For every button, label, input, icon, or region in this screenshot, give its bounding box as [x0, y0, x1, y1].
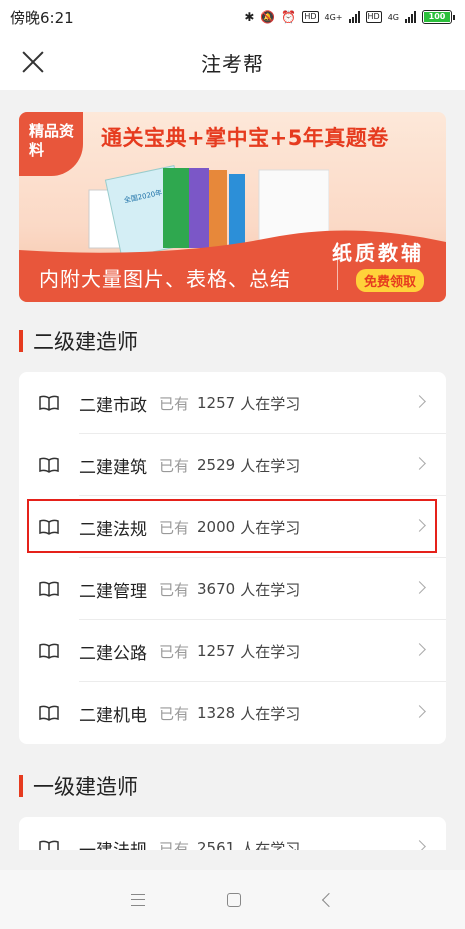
section-title: 一级建造师: [33, 775, 138, 799]
book-icon: [39, 581, 59, 597]
learner-count: 1257: [197, 394, 236, 412]
close-icon[interactable]: [18, 47, 48, 77]
course-list-yijian: 一建法规 已有 2561 人在学习: [19, 817, 446, 850]
book-icon: [39, 705, 59, 721]
section-header-erjian: 二级建造师: [19, 326, 138, 356]
free-claim-button[interactable]: 免费领取: [355, 269, 424, 292]
mute-icon: 🔕: [260, 10, 276, 24]
system-nav-bar: [0, 870, 465, 929]
chevron-right-icon: [413, 395, 426, 408]
chevron-right-icon: [413, 840, 426, 850]
promo-banner[interactable]: 全国2020年 精品资料 通关宝典+掌中宝+5年真题卷 内附大量图片、表格、总结…: [19, 112, 446, 302]
battery-level: 100: [424, 12, 450, 22]
learner-prefix: 已有: [159, 642, 190, 661]
course-name: 二建建筑: [79, 457, 147, 478]
banner-badge: 精品资料: [19, 112, 83, 176]
signal-icon-2: [405, 11, 416, 23]
learner-suffix: 人在学习: [240, 394, 301, 413]
learner-prefix: 已有: [159, 839, 190, 851]
course-item-erjian-jianzhu[interactable]: 二建建筑 已有 2529 人在学习: [19, 434, 446, 496]
alarm-icon: ⏰: [281, 10, 297, 24]
hd-icon-2: HD: [365, 11, 382, 23]
network-type-1: 4G+: [324, 12, 343, 22]
learner-suffix: 人在学习: [240, 704, 301, 723]
chevron-right-icon: [413, 519, 426, 532]
banner-right-text: 纸质教辅: [332, 241, 424, 265]
learner-prefix: 已有: [159, 704, 190, 723]
course-item-erjian-guanli[interactable]: 二建管理 已有 3670 人在学习: [19, 558, 446, 620]
course-name: 二建法规: [79, 519, 147, 540]
course-name: 一建法规: [79, 836, 147, 851]
chevron-right-icon: [413, 581, 426, 594]
banner-title: 通关宝典+掌中宝+5年真题卷: [101, 126, 389, 150]
learner-suffix: 人在学习: [240, 839, 301, 851]
learner-prefix: 已有: [159, 456, 190, 475]
book-icon: [39, 457, 59, 473]
section-title: 二级建造师: [33, 330, 138, 354]
chevron-right-icon: [413, 643, 426, 656]
hd-icon: HD: [302, 11, 319, 23]
course-name: 二建市政: [79, 395, 147, 416]
course-name: 二建公路: [79, 643, 147, 664]
learner-suffix: 人在学习: [240, 580, 301, 599]
signal-icon: [348, 11, 360, 23]
learner-count: 2561: [197, 839, 236, 850]
section-accent-bar: [19, 775, 23, 797]
learner-prefix: 已有: [159, 518, 190, 537]
course-item-erjian-shizheng[interactable]: 二建市政 已有 1257 人在学习: [19, 372, 446, 434]
back-icon[interactable]: [321, 892, 336, 907]
learner-suffix: 人在学习: [240, 642, 301, 661]
main-content[interactable]: 全国2020年 精品资料 通关宝典+掌中宝+5年真题卷 内附大量图片、表格、总结…: [0, 90, 465, 850]
course-item-erjian-jidian[interactable]: 二建机电 已有 1328 人在学习: [19, 682, 446, 744]
course-item-erjian-gonglu[interactable]: 二建公路 已有 1257 人在学习: [19, 620, 446, 682]
learner-prefix: 已有: [159, 580, 190, 599]
learner-count: 3670: [197, 580, 236, 598]
status-icons: ✱ 🔕 ⏰ HD 4G+ HD 4G 100: [244, 10, 455, 24]
banner-subtitle: 内附大量图片、表格、总结: [39, 267, 291, 291]
learner-count: 2529: [197, 456, 236, 474]
status-bar: 傍晚6:21 ✱ 🔕 ⏰ HD 4G+ HD 4G 100: [0, 0, 465, 34]
learner-count: 1257: [197, 642, 236, 660]
learner-count: 1328: [197, 704, 236, 722]
bluetooth-icon: ✱: [244, 10, 255, 24]
home-icon[interactable]: [227, 892, 242, 907]
section-header-yijian: 一级建造师: [19, 771, 138, 801]
learner-suffix: 人在学习: [240, 518, 301, 537]
course-item-yijian-fagui[interactable]: 一建法规 已有 2561 人在学习: [19, 817, 446, 850]
book-icon: [39, 840, 59, 850]
section-accent-bar: [19, 330, 23, 352]
course-name: 二建管理: [79, 581, 147, 602]
book-icon: [39, 519, 59, 535]
chevron-right-icon: [413, 457, 426, 470]
course-name: 二建机电: [79, 705, 147, 726]
book-icon: [39, 395, 59, 411]
learner-prefix: 已有: [159, 394, 190, 413]
battery-icon: 100: [422, 10, 455, 24]
page-title: 注考帮: [201, 51, 264, 76]
menu-icon[interactable]: [131, 893, 146, 906]
learner-suffix: 人在学习: [240, 456, 301, 475]
course-list-erjian: 二建市政 已有 1257 人在学习 二建建筑 已有 2529 人在学习 二建法规…: [19, 372, 446, 744]
status-time: 傍晚6:21: [10, 8, 74, 27]
network-type-2: 4G: [387, 12, 399, 22]
course-item-erjian-fagui[interactable]: 二建法规 已有 2000 人在学习: [19, 496, 446, 558]
nav-bar: 注考帮: [0, 34, 465, 90]
learner-count: 2000: [197, 518, 236, 536]
chevron-right-icon: [413, 705, 426, 718]
book-icon: [39, 643, 59, 659]
